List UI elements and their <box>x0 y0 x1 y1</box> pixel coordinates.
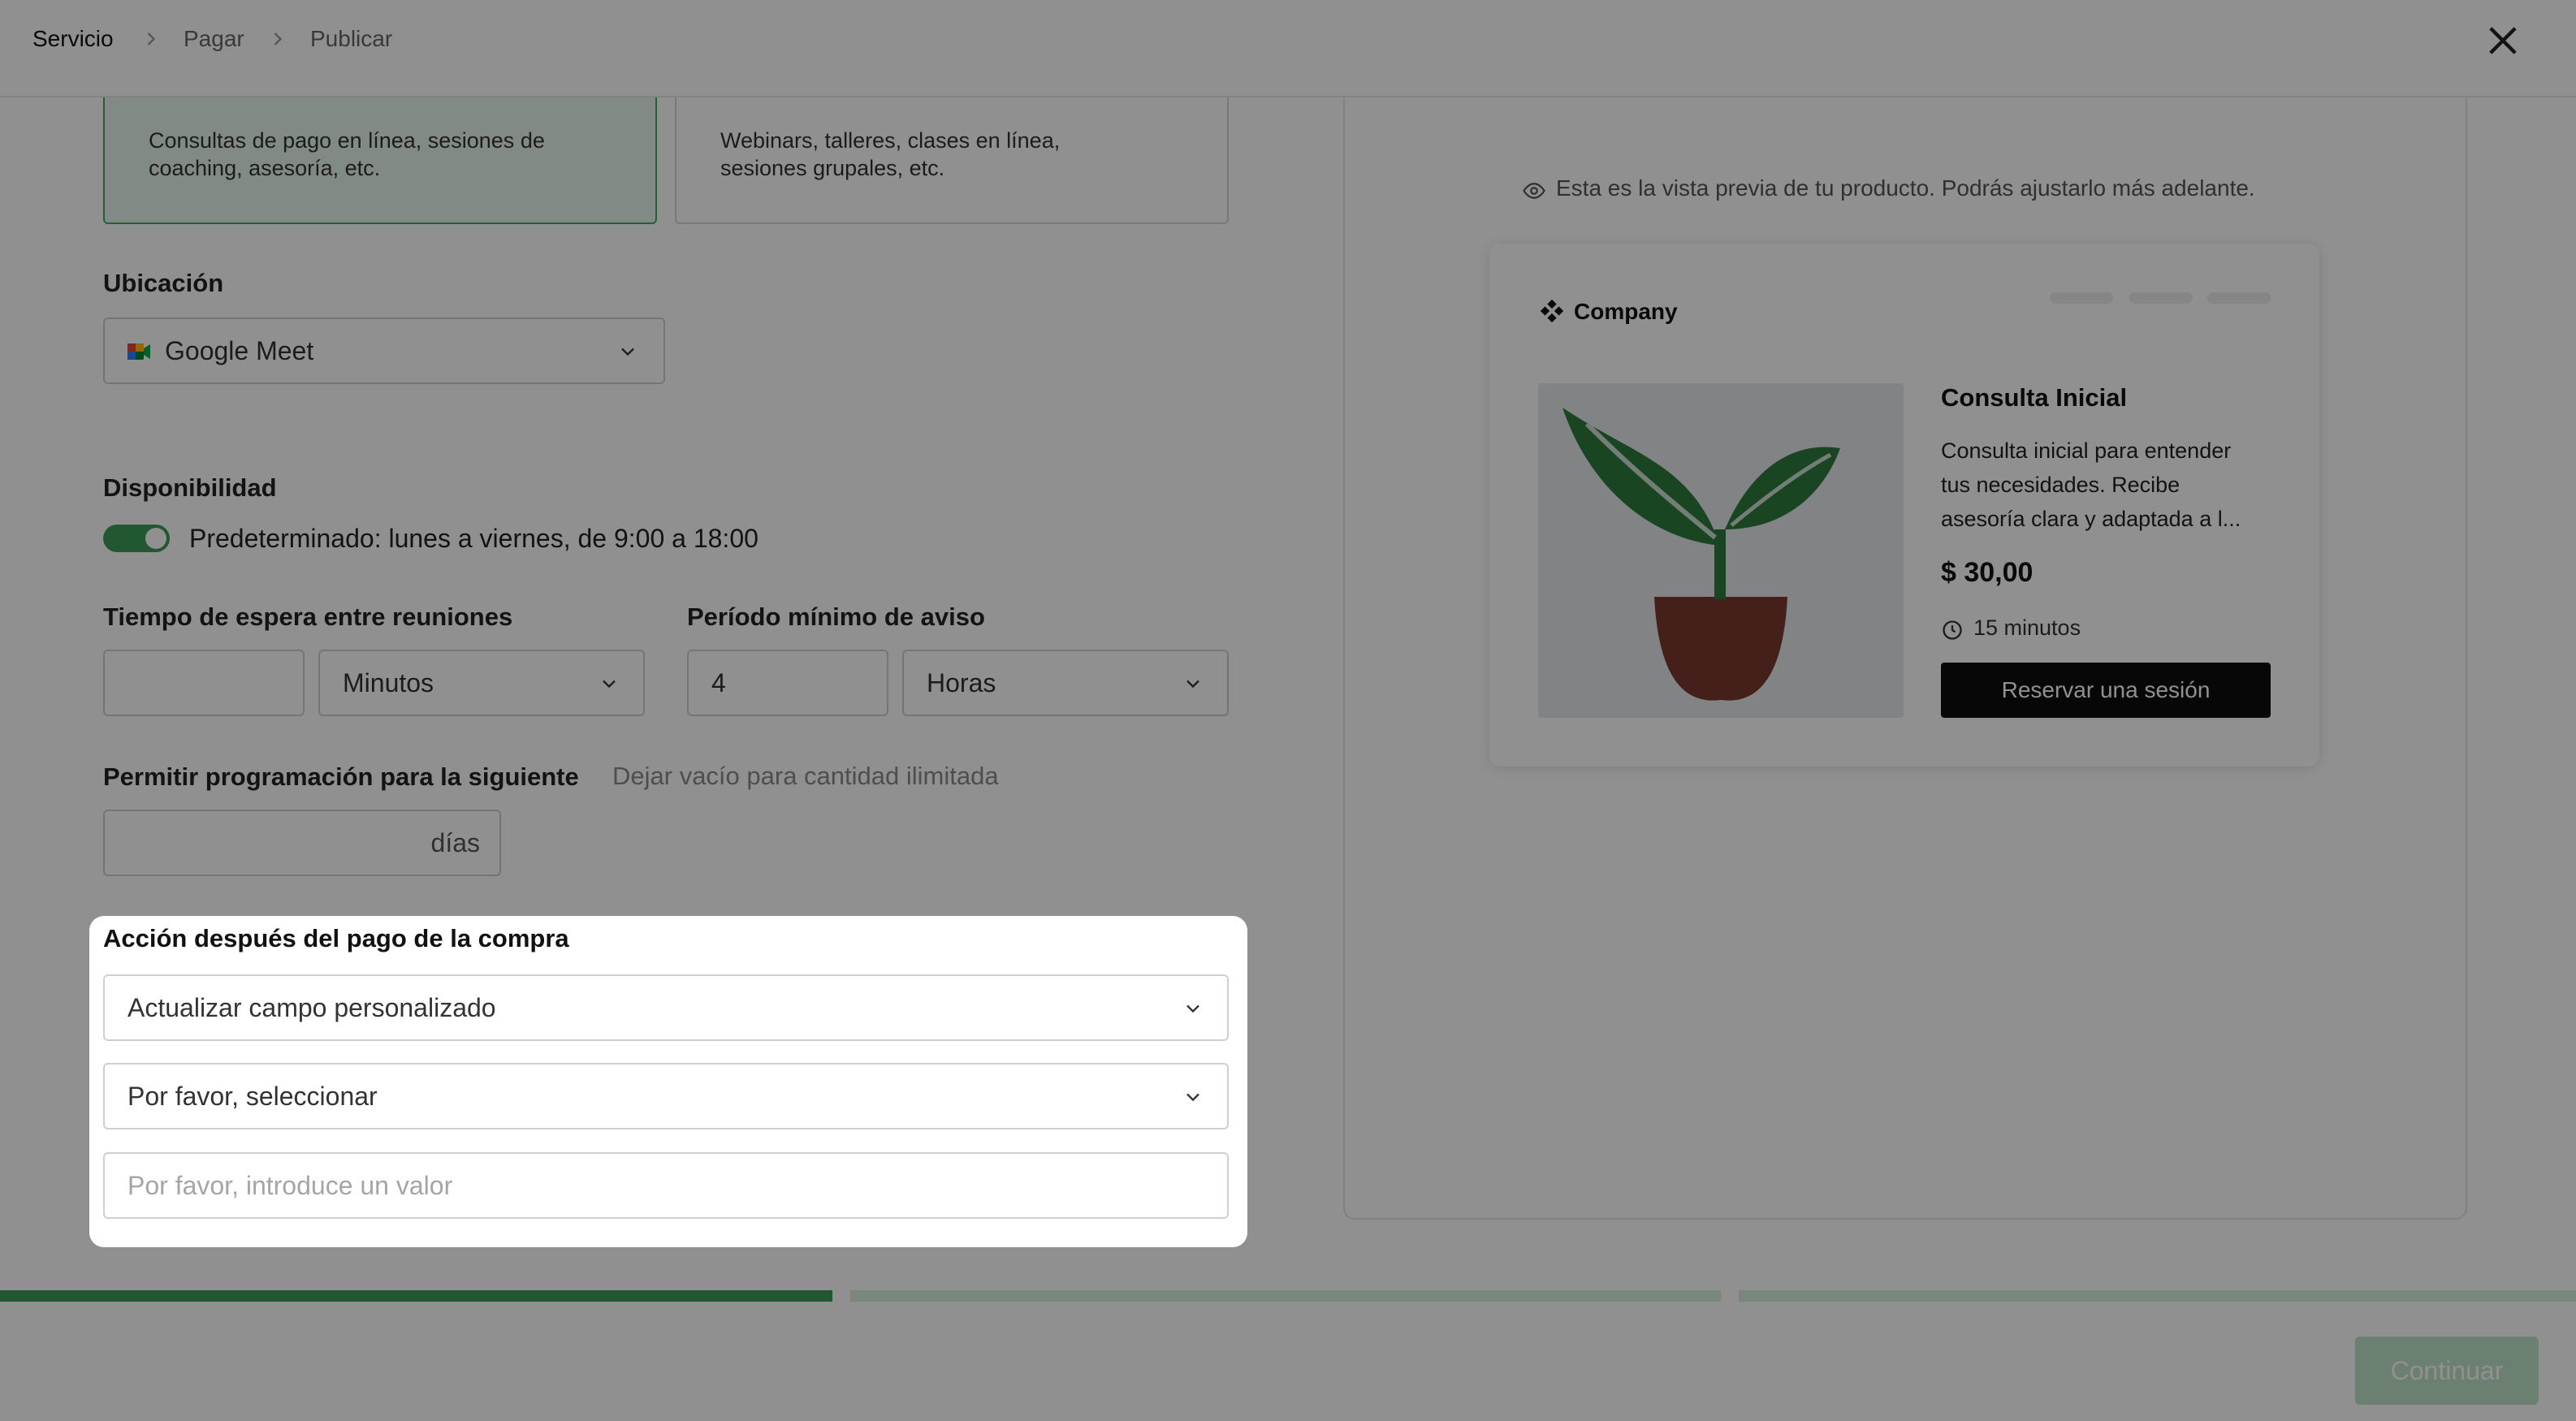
chevron-down-icon <box>1186 1004 1199 1013</box>
custom-field-select-placeholder: Por favor, seleccionar <box>128 1082 378 1111</box>
post-payment-action-value: Actualizar campo personalizado <box>128 993 496 1022</box>
post-payment-action-select[interactable]: Actualizar campo personalizado <box>103 974 1229 1041</box>
post-payment-label: Acción después del pago de la compra <box>103 924 569 952</box>
custom-field-value-placeholder: Por favor, introduce un valor <box>128 1171 453 1200</box>
chevron-down-icon <box>1186 1093 1199 1102</box>
custom-field-value-input[interactable]: Por favor, introduce un valor <box>103 1152 1229 1219</box>
custom-field-select[interactable]: Por favor, seleccionar <box>103 1063 1229 1129</box>
